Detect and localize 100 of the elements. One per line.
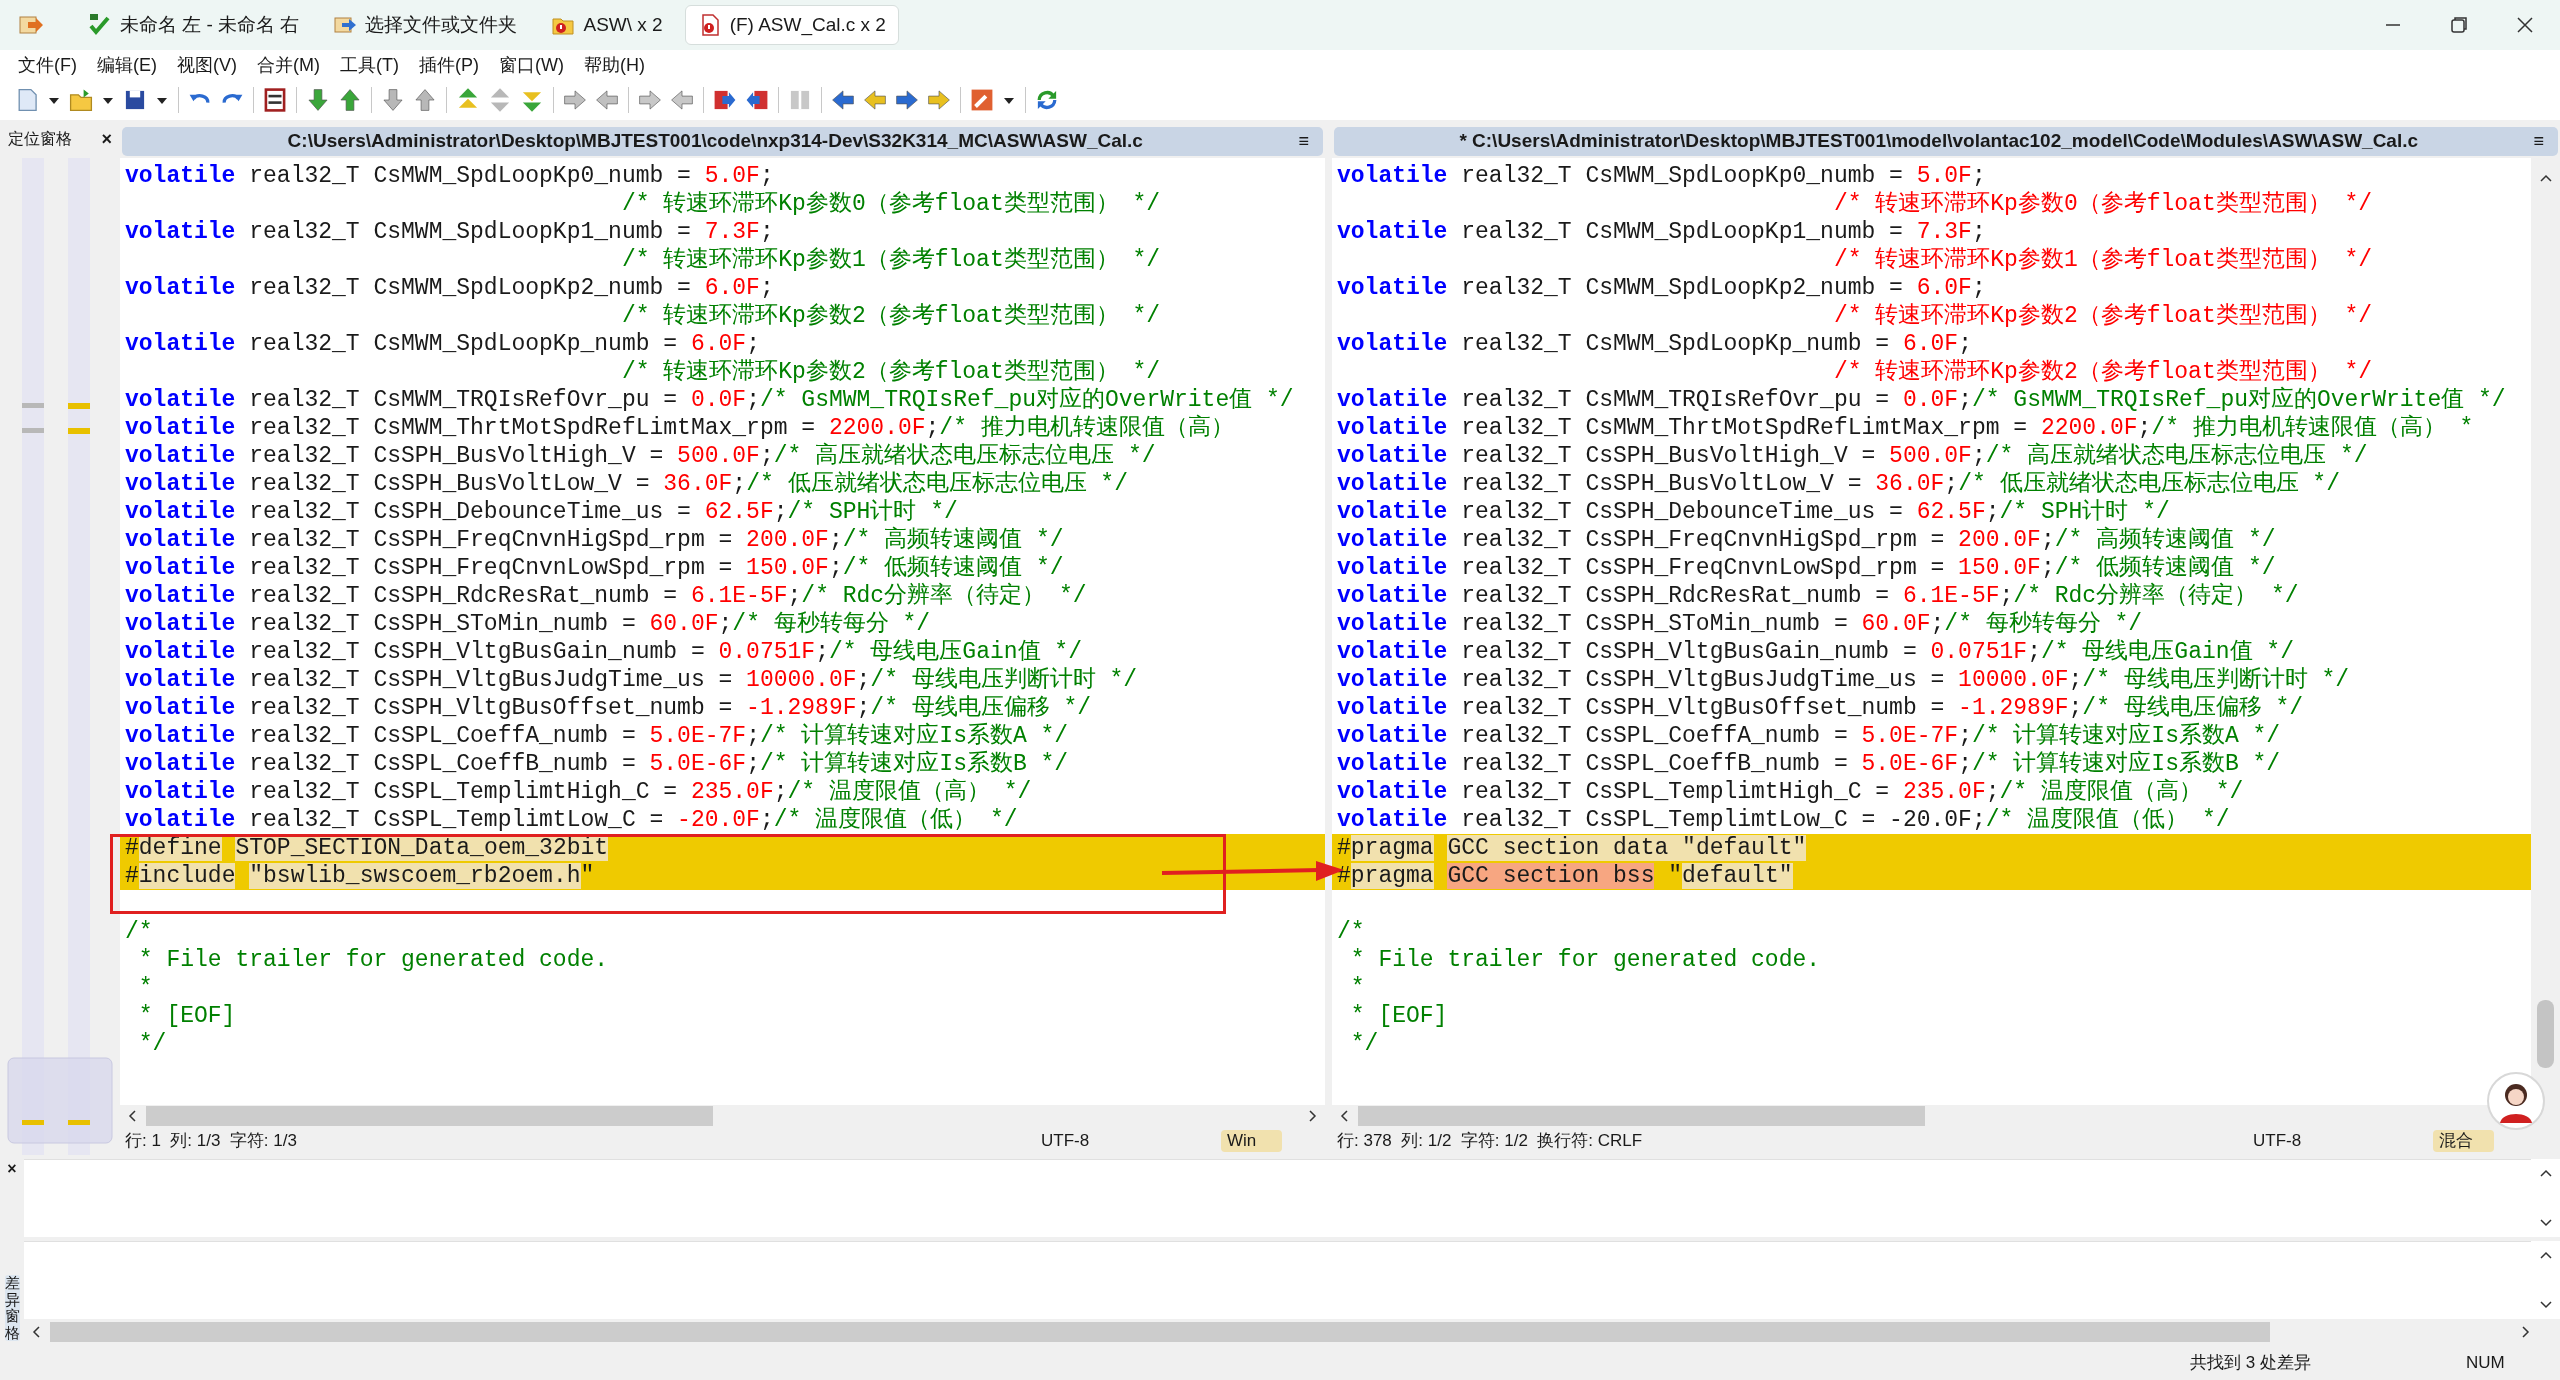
code-line: */ [137, 1030, 168, 1058]
avatar-icon[interactable] [2486, 1071, 2546, 1131]
code-line: * [EOF] [1349, 1002, 1449, 1030]
arrow-right-icon[interactable] [894, 87, 920, 113]
code-line: * File trailer for generated code. [137, 946, 610, 974]
code-line: volatile real32_T CsMWM_TRQIsRefOvr_pu = 0.0F;/* GsMWM_TRQIsRef_pu对应的OverWrite值 */ [125, 386, 1295, 414]
arrow-down-icon[interactable] [305, 87, 331, 113]
tab[interactable]: 选择文件或文件夹 [321, 5, 530, 45]
code-line: volatile real32_T CsSPH_FreqCnvnLowSpd_rpm = 150.0F;/* 低频转速阈值 */ [125, 554, 1065, 582]
cursor-position: 行: 378 列: 1/2 字符: 1/2 换行符: CRLF [1337, 1130, 1644, 1153]
close-button[interactable]: × [7, 1157, 17, 1181]
scrollbar-thumb[interactable] [146, 1106, 713, 1126]
code-line: volatile real32_T CsSPL_CoeffB_numb = 5.0E-6F;/* 计算转速对应Is系数B */ [1337, 750, 2282, 778]
app-icon[interactable] [18, 13, 44, 37]
folder-icon[interactable] [68, 87, 94, 113]
code-line: */ [1349, 1030, 1380, 1058]
code-line: volatile real32_T CsSPH_VltgBusJudgTime_us = 10000.0F;/* 母线电压判断计时 */ [125, 666, 1139, 694]
file-path: C:\Users\Administrator\Desktop\MBJTEST001\code\nxp314-Dev\S32K314_MC\ASW\ASW_Cal.c [286, 129, 1144, 154]
code-line: volatile real32_T CsSPH_VltgBusJudgTime_us = 10000.0F;/* 母线电压判断计时 */ [1337, 666, 2351, 694]
menu-item[interactable]: 插件(P) [408, 51, 489, 79]
tab[interactable]: 未命名 左 - 未命名 右 [76, 5, 312, 45]
arrow-left-icon[interactable] [830, 87, 856, 113]
code-line: * [1349, 974, 1366, 1002]
scrollbar-thumb[interactable] [50, 1322, 2270, 1342]
code-line: volatile real32_T CsSPH_VltgBusGain_numb = 0.0751F;/* 母线电压Gain值 */ [125, 638, 1083, 666]
code-line: volatile real32_T CsMWM_SpdLoopKp1_numb = 7.3F; [125, 218, 775, 246]
arrow-left-icon[interactable] [594, 87, 620, 113]
code-line: /* 转速环滞环Kp参数2（参考float类型范围） */ [620, 302, 1162, 330]
code-line: volatile real32_T CsSPH_BusVoltHigh_V = 500.0F;/* 高压就绪状态电压标志位电压 */ [1337, 442, 2369, 470]
code-line: /* 转速环滞环Kp参数0（参考float类型范围） */ [620, 190, 1162, 218]
menu-item[interactable]: 文件(F) [8, 51, 87, 79]
menu-item[interactable]: 编辑(E) [87, 51, 167, 79]
arrow-left-icon[interactable] [669, 87, 695, 113]
code-editor[interactable] [120, 158, 1325, 1105]
code-line: volatile real32_T CsSPL_CoeffA_numb = 5.0E-7F;/* 计算转速对应Is系数A */ [125, 722, 1070, 750]
code-line: volatile real32_T CsSPH_VltgBusOffset_numb = -1.2989F;/* 母线电压偏移 */ [1337, 694, 2305, 722]
code-line: /* [125, 918, 154, 946]
code-line: /* 转速环滞环Kp参数1（参考float类型范围） */ [620, 246, 1162, 274]
menu-item[interactable]: 窗口(W) [488, 51, 574, 79]
code-line: volatile real32_T CsMWM_ThrtMotSpdRefLimtMax_rpm = 2200.0F;/* 推力电机转速限值（高） * [1337, 414, 2475, 442]
code-line: volatile real32_T CsSPH_BusVoltLow_V = 36.0F;/* 低压就绪状态电压标志位电压 */ [125, 470, 1129, 498]
menu-item[interactable]: 帮助(H) [573, 51, 655, 79]
tab[interactable]: (F) ASW_Cal.c x 2 [684, 5, 899, 45]
code-line: * [137, 974, 154, 1002]
code-line: volatile real32_T CsSPH_BusVoltHigh_V = 500.0F;/* 高压就绪状态电压标志位电压 */ [125, 442, 1157, 470]
code-line: volatile real32_T CsSPH_VltgBusGain_numb = 0.0751F;/* 母线电压Gain值 */ [1337, 638, 2295, 666]
code-line: /* 转速环滞环Kp参数2（参考float类型范围） */ [1832, 302, 2374, 330]
arrow-right-icon[interactable] [562, 87, 588, 113]
menu-item[interactable]: 工具(T) [329, 51, 409, 79]
code-line: * File trailer for generated code. [1349, 946, 1822, 974]
arrow-up-icon[interactable] [337, 87, 363, 113]
code-line: volatile real32_T CsSPL_CoeffA_numb = 5.0E-7F;/* 计算转速对应Is系数A */ [1337, 722, 2282, 750]
close-button[interactable]: × [101, 125, 112, 153]
code-line: volatile real32_T CsSPL_CoeffB_numb = 5.0E-6F;/* 计算转速对应Is系数B */ [125, 750, 1070, 778]
scrollbar-thumb[interactable] [1358, 1106, 1925, 1126]
code-line: volatile real32_T CsSPL_TemplimtLow_C = -20.0F;/* 温度限值（低） */ [125, 806, 1019, 834]
line-ending-label: 混合 [2433, 1130, 2494, 1152]
code-editor[interactable] [1332, 158, 2531, 1105]
code-line: /* 转速环滞环Kp参数2（参考float类型范围） */ [1832, 358, 2374, 386]
code-line: volatile real32_T CsSPH_SToMin_numb = 60.0F;/* 每秒转每分 */ [1337, 610, 2144, 638]
arrow-left-icon[interactable] [862, 87, 888, 113]
code-line: volatile real32_T CsSPL_TemplimtHigh_C = 235.0F;/* 温度限值（高） */ [1337, 778, 2245, 806]
code-line: volatile real32_T CsSPH_RdcResRat_numb = 6.1E-5F;/* Rdc分辨率（待定） */ [1337, 582, 2300, 610]
code-line: /* [1337, 918, 1366, 946]
arrow-down-icon[interactable] [380, 87, 406, 113]
cursor-position: 行: 1 列: 1/3 字符: 1/3 [125, 1130, 298, 1153]
code-line: volatile real32_T CsMWM_SpdLoopKp_numb = 6.0F; [1337, 330, 1973, 358]
pane-menu-button[interactable]: ≡ [2533, 128, 2544, 155]
file-path: * C:\Users\Administrator\Desktop\MBJTEST001\model\volantac102_model\Code\Modules\ASW\ASW_Cal.c [1458, 129, 2420, 154]
status-message: 共找到 3 处差异 [2190, 1351, 2312, 1374]
code-line: volatile real32_T CsMWM_ThrtMotSpdRefLimtMax_rpm = 2200.0F;/* 推力电机转速限值（高） [125, 414, 1235, 442]
line-ending-label: Win [1221, 1130, 1282, 1152]
num-lock-indicator: NUM [2466, 1351, 2505, 1374]
code-line: volatile real32_T CsMWM_SpdLoopKp1_numb = 7.3F; [1337, 218, 1987, 246]
code-line: volatile real32_T CsMWM_SpdLoopKp2_numb = 6.0F; [125, 274, 775, 302]
code-line: volatile real32_T CsSPH_BusVoltLow_V = 36.0F;/* 低压就绪状态电压标志位电压 */ [1337, 470, 2341, 498]
code-line: volatile real32_T CsSPL_TemplimtHigh_C = 235.0F;/* 温度限值（高） */ [125, 778, 1033, 806]
code-line: volatile real32_T CsSPH_FreqCnvnHigSpd_rpm = 200.0F;/* 高频转速阈值 */ [1337, 526, 2277, 554]
code-line: volatile real32_T CsSPH_RdcResRat_numb = 6.1E-5F;/* Rdc分辨率（待定） */ [125, 582, 1088, 610]
restore-button[interactable] [2448, 14, 2470, 36]
arrow-up-icon[interactable] [412, 87, 438, 113]
menu-item[interactable]: 视图(V) [167, 51, 247, 79]
code-line: volatile real32_T CsMWM_SpdLoopKp_numb = 6.0F; [125, 330, 761, 358]
code-line: volatile real32_T CsSPH_FreqCnvnHigSpd_rpm = 200.0F;/* 高频转速阈值 */ [125, 526, 1065, 554]
pane-menu-button[interactable]: ≡ [1298, 128, 1309, 155]
code-line: volatile real32_T CsSPH_VltgBusOffset_numb = -1.2989F;/* 母线电压偏移 */ [125, 694, 1093, 722]
scrollbar-thumb[interactable] [2537, 1000, 2554, 1068]
tab[interactable]: ASW\ x 2 [539, 5, 675, 45]
code-line: /* 转速环滞环Kp参数0（参考float类型范围） */ [1832, 190, 2374, 218]
code-line: volatile real32_T CsSPH_DebounceTime_us = 62.5F;/* SPH计时 */ [1337, 498, 2171, 526]
compare-document-icon[interactable] [262, 87, 288, 113]
code-line: /* 转速环滞环Kp参数1（参考float类型范围） */ [1832, 246, 2374, 274]
arrow-right-icon[interactable] [926, 87, 952, 113]
encoding-label: UTF-8 [2253, 1130, 2303, 1153]
menu-item[interactable]: 合并(M) [247, 51, 330, 79]
code-line: volatile real32_T CsSPH_FreqCnvnLowSpd_rpm = 150.0F;/* 低频转速阈值 */ [1337, 554, 2277, 582]
code-line: /* 转速环滞环Kp参数2（参考float类型范围） */ [620, 358, 1162, 386]
code-line: volatile real32_T CsMWM_SpdLoopKp0_numb = 5.0F; [1337, 162, 1987, 190]
arrow-right-icon[interactable] [637, 87, 663, 113]
code-line: volatile real32_T CsMWM_TRQIsRefOvr_pu = 0.0F;/* GsMWM_TRQIsRef_pu对应的OverWrite值 */ [1337, 386, 2507, 414]
